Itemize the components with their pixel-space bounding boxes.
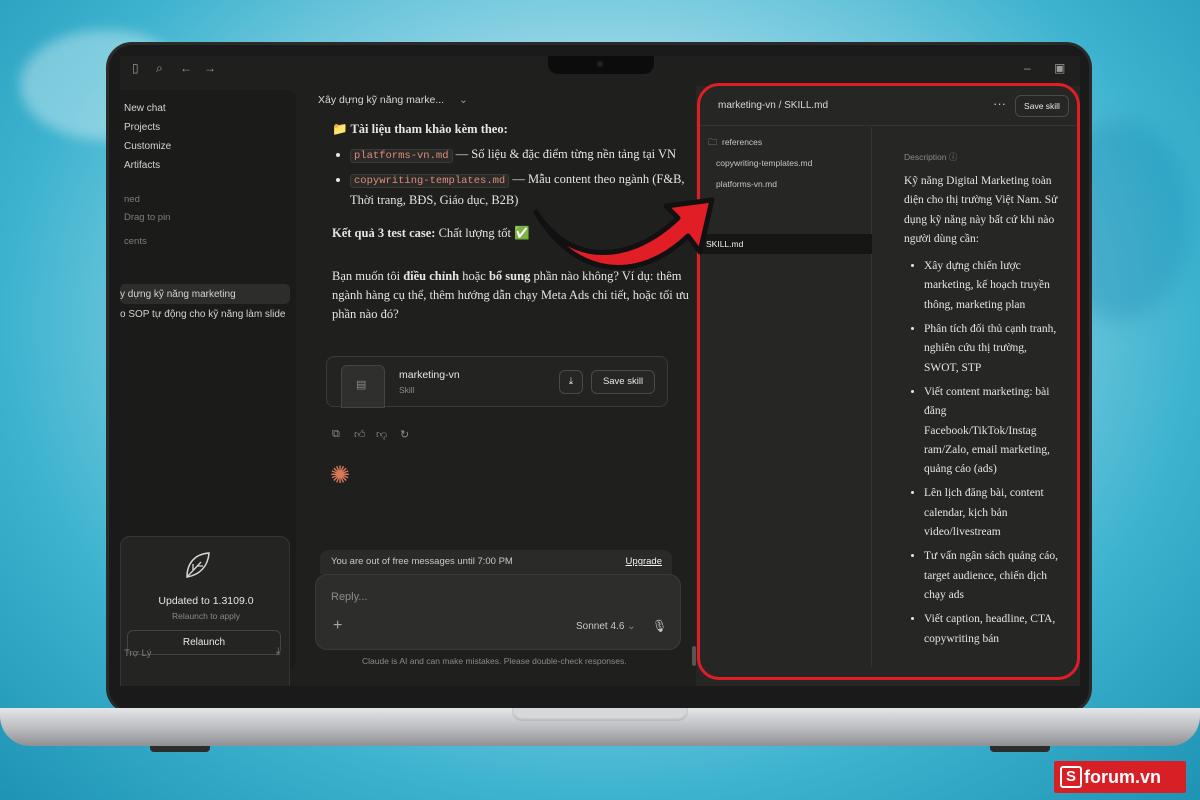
chat-title[interactable]: Xây dựng kỹ năng marke... ⌄ xyxy=(318,94,468,106)
upgrade-link[interactable]: Upgrade xyxy=(626,556,662,567)
laptop-foot xyxy=(990,746,1050,752)
recent-chat-item[interactable]: o SOP tự động cho kỹ năng làm slide xyxy=(120,309,286,320)
minimize-icon[interactable]: – xyxy=(1024,62,1031,74)
plus-icon[interactable]: + xyxy=(333,617,342,635)
sidebar: New chat Projects Customize Artifacts ne… xyxy=(120,90,296,686)
reply-input[interactable]: Reply... xyxy=(331,591,367,603)
save-skill-button[interactable]: Save skill xyxy=(591,370,655,394)
search-icon[interactable]: ⌕ xyxy=(156,62,163,74)
sidebar-item-new-chat[interactable]: New chat xyxy=(124,103,166,114)
recent-chat-item[interactable]: y dựng kỹ năng marketing xyxy=(120,289,236,300)
references-heading: 📁 Tài liệu tham khảo kèm theo: xyxy=(332,122,508,136)
thumbs-down-icon[interactable]: 👎︎ xyxy=(376,428,387,441)
mic-icon[interactable]: 🎙︎ xyxy=(652,619,667,633)
model-selector[interactable]: Sonnet 4.6 ⌄ xyxy=(576,621,636,632)
disclaimer-text: Claude is AI and can make mistakes. Plea… xyxy=(362,656,627,666)
result-value: Chất lượng tốt ✅ xyxy=(435,226,530,240)
reply-composer[interactable]: Reply... + Sonnet 4.6 ⌄ 🎙︎ xyxy=(315,574,681,650)
question-text: Bạn muốn tôi xyxy=(332,269,404,283)
download-icon[interactable]: ⤓ xyxy=(276,646,280,657)
leaf-icon xyxy=(186,552,210,578)
result-label: Kết quả 3 test case: xyxy=(332,226,436,240)
reference-item: platforms-vn.md — Số liệu & đặc điểm từn… xyxy=(350,145,692,166)
question-text: hoặc xyxy=(459,269,489,283)
skill-name: marketing-vn xyxy=(399,369,460,381)
laptop-base-notch xyxy=(512,708,688,721)
brand-logo: Sforum.vn xyxy=(1054,761,1186,793)
skill-type: Skill xyxy=(399,385,415,395)
sidebar-toggle-icon[interactable]: ▯ xyxy=(132,62,139,74)
inline-code: platforms-vn.md xyxy=(350,149,453,163)
sidebar-item-artifacts[interactable]: Artifacts xyxy=(124,160,160,171)
usage-notice: You are out of free messages until 7:00 … xyxy=(320,550,672,574)
pinned-section-label: ned xyxy=(124,194,140,205)
back-icon[interactable]: ← xyxy=(180,62,192,74)
download-skill-button[interactable]: ⤓ xyxy=(559,370,583,394)
skill-attachment-card[interactable]: ▤ marketing-vn Skill ⤓ Save skill xyxy=(326,356,668,408)
red-arrow-icon xyxy=(533,197,715,270)
chevron-down-icon[interactable]: ⌄ xyxy=(459,94,468,106)
chevron-down-icon: ⌄ xyxy=(627,621,636,632)
question-bold: bổ sung xyxy=(488,269,531,283)
red-highlight-box xyxy=(697,83,1080,680)
sparkle-icon: ✺ xyxy=(330,462,351,489)
thumbs-up-icon[interactable]: 👍︎ xyxy=(354,428,366,441)
title-bar: ▯ ⌕ ← → – ▣ xyxy=(120,56,1080,82)
inline-code: copywriting-templates.md xyxy=(350,174,510,188)
usage-notice-text: You are out of free messages until 7:00 … xyxy=(331,556,513,567)
copy-icon[interactable]: ⧉ xyxy=(332,428,340,441)
laptop-foot xyxy=(150,746,210,752)
sidebar-item-projects[interactable]: Projects xyxy=(124,122,160,133)
skill-file-icon: ▤ xyxy=(341,365,385,408)
update-subtitle: Relaunch to apply xyxy=(171,611,241,621)
download-icon: ⤓ xyxy=(568,376,574,387)
retry-icon[interactable]: ↻ xyxy=(400,428,409,441)
restore-icon[interactable]: ▣ xyxy=(1054,62,1065,74)
update-title: Updated to 1.3109.0 xyxy=(158,595,254,607)
model-name[interactable]: Sonnet 4.6 xyxy=(576,621,624,632)
brand-mark: S xyxy=(1060,766,1082,788)
sidebar-item-customize[interactable]: Customize xyxy=(124,141,171,152)
forward-icon[interactable]: → xyxy=(204,62,216,74)
update-card: Updated to 1.3109.0 Relaunch to apply Re… xyxy=(120,536,290,686)
chat-title-text[interactable]: Xây dựng kỹ năng marke... xyxy=(318,94,444,106)
brand-name: forum.vn xyxy=(1084,767,1162,787)
user-name[interactable]: Trợ Lý xyxy=(124,648,152,659)
drag-to-pin-hint: Drag to pin xyxy=(124,212,171,223)
question-bold: điều chỉnh xyxy=(403,269,460,283)
reference-description: — Số liệu & đặc điểm từng nền tảng tại V… xyxy=(452,147,677,161)
recents-section-label: cents xyxy=(124,236,147,247)
